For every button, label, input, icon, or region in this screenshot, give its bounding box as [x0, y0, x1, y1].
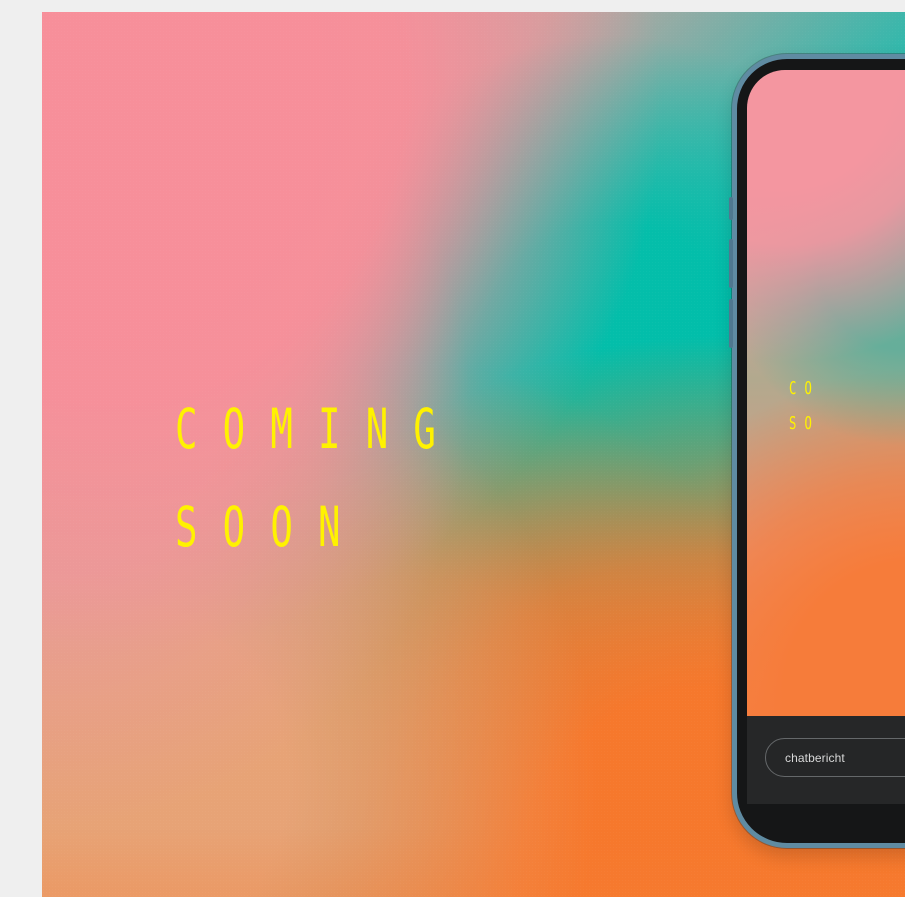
phone-volume-up-button — [729, 239, 733, 288]
coming-text: COMING — [175, 397, 462, 461]
phone-side-button — [729, 197, 733, 220]
chat-bar: chatbericht — [747, 716, 905, 804]
soon-text: SOON — [175, 495, 366, 559]
phone-screen: CO SO — [747, 70, 905, 716]
chat-input[interactable]: chatbericht — [765, 738, 905, 777]
coming-soon-heading: COMING SOON — [175, 380, 695, 576]
coming-soon-page: COMING SOON CO SO chatbericht — [0, 0, 905, 897]
chat-placeholder: chatbericht — [785, 751, 845, 765]
phone-coming-text: CO — [789, 378, 821, 399]
phone-soon-text: SO — [789, 413, 821, 434]
phone-mockup: CO SO chatbericht — [729, 54, 905, 848]
phone-volume-down-button — [729, 299, 733, 348]
